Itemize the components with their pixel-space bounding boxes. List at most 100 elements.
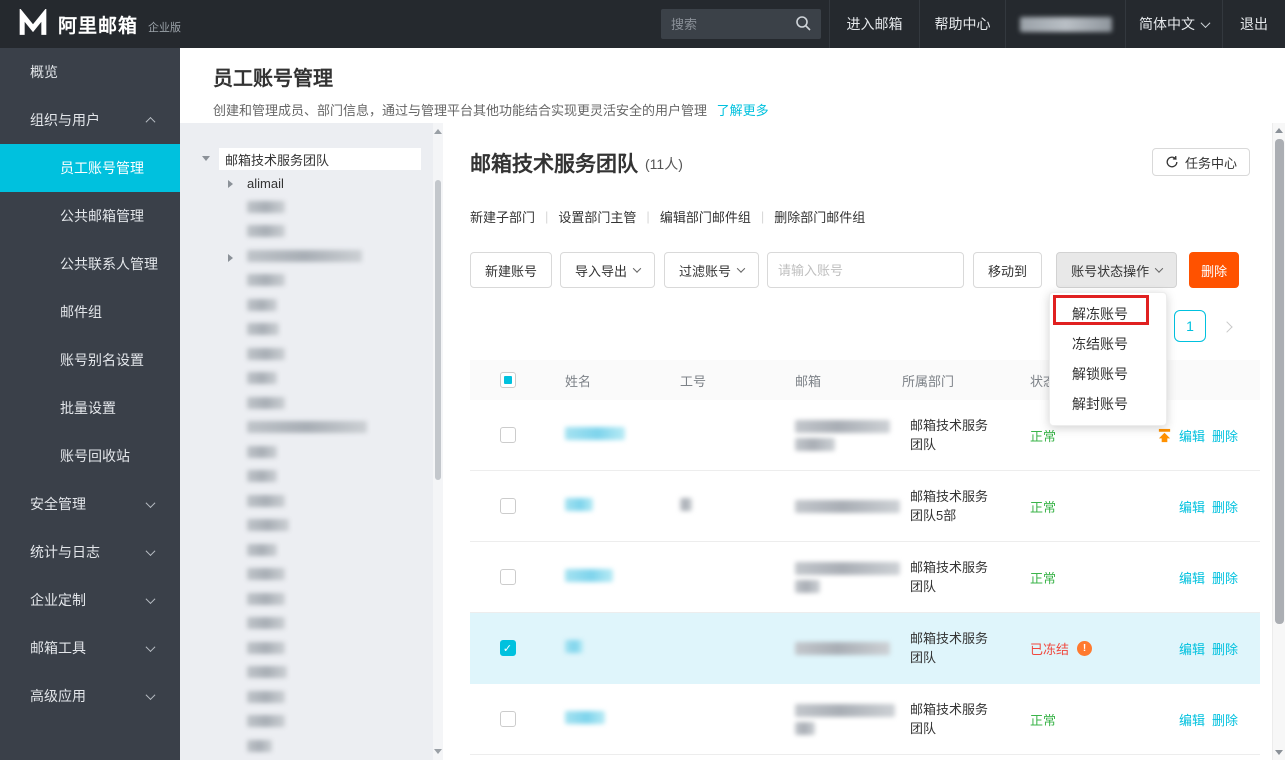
sidebar-label: 公共联系人管理 — [60, 254, 158, 274]
sidebar-label: 组织与用户 — [30, 110, 100, 130]
main-scrollbar-thumb[interactable] — [1275, 139, 1284, 624]
edit-link[interactable]: 编辑 — [1179, 497, 1205, 516]
sidebar-group-enterprise-custom[interactable]: 企业定制 — [0, 576, 180, 624]
tree-node-root[interactable]: 邮箱技术服务团队 — [219, 148, 421, 170]
tree-node-redacted[interactable] — [247, 519, 289, 534]
tree-node-redacted[interactable] — [247, 421, 367, 436]
tree-expander-collapse-icon[interactable] — [202, 156, 210, 161]
tree-node-redacted[interactable] — [247, 348, 285, 363]
account-search-input[interactable] — [768, 263, 964, 278]
tree-node-redacted[interactable] — [247, 372, 277, 387]
menu-item-unlock-account[interactable]: 解锁账号 — [1050, 359, 1166, 389]
sidebar-group-org-users[interactable]: 组织与用户 — [0, 96, 180, 144]
tree-expander-expand-icon[interactable] — [228, 254, 233, 262]
menu-item-unban-account[interactable]: 解封账号 — [1050, 389, 1166, 419]
tree-node-redacted[interactable] — [247, 568, 285, 583]
new-account-button[interactable]: 新建账号 — [470, 252, 552, 288]
tree-node-redacted[interactable] — [247, 274, 285, 289]
tree-node-redacted[interactable] — [247, 495, 285, 510]
import-export-button[interactable]: 导入导出 — [560, 252, 655, 288]
name-redacted[interactable] — [565, 569, 613, 582]
tree-scrollbar[interactable] — [433, 123, 443, 760]
sidebar-group-security[interactable]: 安全管理 — [0, 480, 180, 528]
tree-node-redacted[interactable] — [247, 544, 277, 559]
row-checkbox[interactable] — [500, 569, 516, 585]
name-redacted[interactable] — [565, 640, 583, 653]
row-checkbox[interactable] — [500, 711, 516, 727]
logout-button[interactable]: 退出 — [1222, 0, 1285, 48]
scroll-up-icon[interactable] — [434, 129, 442, 134]
account-status-ops-button[interactable]: 账号状态操作 — [1056, 252, 1177, 288]
menu-item-unfreeze-account[interactable]: 解冻账号 — [1050, 299, 1166, 329]
select-all-checkbox[interactable] — [500, 372, 516, 388]
tree-scrollbar-thumb[interactable] — [435, 180, 441, 480]
tree-node-redacted[interactable] — [247, 617, 285, 632]
main-scrollbar[interactable] — [1272, 123, 1285, 760]
sidebar-group-mail-tools[interactable]: 邮箱工具 — [0, 624, 180, 672]
tree-node-redacted[interactable] — [247, 691, 285, 706]
row-checkbox-checked[interactable] — [500, 640, 516, 656]
tree-node-alimail[interactable]: alimail — [247, 176, 284, 191]
edit-dept-maillist-link[interactable]: 编辑部门邮件组 — [660, 207, 751, 226]
tree-node-redacted[interactable] — [247, 201, 285, 216]
sidebar-group-stats-logs[interactable]: 统计与日志 — [0, 528, 180, 576]
edit-link[interactable]: 编辑 — [1179, 639, 1205, 658]
scroll-up-icon[interactable] — [1275, 128, 1283, 133]
tree-node-redacted[interactable] — [247, 740, 272, 755]
tree-node-redacted[interactable] — [247, 323, 279, 338]
page-number-current[interactable]: 1 — [1174, 310, 1206, 342]
scroll-down-icon[interactable] — [1275, 750, 1283, 755]
tree-node-redacted[interactable] — [247, 593, 285, 608]
tree-node-redacted[interactable] — [247, 225, 285, 240]
email-redacted — [795, 420, 890, 433]
sidebar-item-alias-settings[interactable]: 账号别名设置 — [0, 336, 180, 384]
create-subdept-link[interactable]: 新建子部门 — [470, 207, 535, 226]
row-checkbox[interactable] — [500, 498, 516, 514]
tree-node-redacted[interactable] — [247, 642, 285, 657]
edit-link[interactable]: 编辑 — [1179, 568, 1205, 587]
delete-dept-maillist-link[interactable]: 删除部门邮件组 — [774, 207, 865, 226]
tree-expander-expand-icon[interactable] — [228, 180, 233, 188]
menu-item-freeze-account[interactable]: 冻结账号 — [1050, 329, 1166, 359]
delete-link[interactable]: 删除 — [1212, 639, 1238, 658]
tree-node-redacted[interactable] — [247, 666, 287, 681]
name-redacted[interactable] — [565, 427, 625, 440]
next-page-button[interactable] — [1223, 318, 1231, 335]
sidebar-item-employee-accounts[interactable]: 员工账号管理 — [0, 144, 180, 192]
delete-accounts-button[interactable]: 删除 — [1189, 252, 1239, 288]
delete-link[interactable]: 删除 — [1212, 710, 1238, 729]
sidebar-item-overview[interactable]: 概览 — [0, 48, 180, 96]
sidebar-item-public-contacts[interactable]: 公共联系人管理 — [0, 240, 180, 288]
email-redacted — [795, 642, 890, 655]
enter-mailbox-link[interactable]: 进入邮箱 — [829, 0, 919, 48]
sidebar-item-mail-groups[interactable]: 邮件组 — [0, 288, 180, 336]
tree-node-redacted[interactable] — [247, 250, 362, 265]
help-center-link[interactable]: 帮助中心 — [919, 0, 1005, 48]
tree-node-redacted[interactable] — [247, 446, 277, 461]
scroll-down-icon[interactable] — [434, 749, 442, 754]
move-to-button[interactable]: 移动到 — [973, 252, 1042, 288]
learn-more-link[interactable]: 了解更多 — [717, 103, 769, 118]
delete-link[interactable]: 删除 — [1212, 497, 1238, 516]
tree-node-redacted[interactable] — [247, 299, 277, 314]
tree-node-redacted[interactable] — [247, 397, 285, 412]
sidebar-group-advanced-apps[interactable]: 高级应用 — [0, 672, 180, 720]
delete-link[interactable]: 删除 — [1212, 426, 1238, 445]
tree-node-redacted[interactable] — [247, 470, 277, 485]
account-menu[interactable] — [1005, 0, 1125, 48]
filter-accounts-button[interactable]: 过滤账号 — [664, 252, 759, 288]
sidebar-item-account-recycle[interactable]: 账号回收站 — [0, 432, 180, 480]
sidebar-item-public-mailbox[interactable]: 公共邮箱管理 — [0, 192, 180, 240]
edit-link[interactable]: 编辑 — [1179, 710, 1205, 729]
name-redacted[interactable] — [565, 711, 605, 724]
task-center-button[interactable]: 任务中心 — [1152, 148, 1250, 176]
row-checkbox[interactable] — [500, 427, 516, 443]
language-selector[interactable]: 简体中文 — [1125, 0, 1222, 48]
sidebar-item-batch-settings[interactable]: 批量设置 — [0, 384, 180, 432]
name-redacted[interactable] — [565, 498, 593, 511]
delete-link[interactable]: 删除 — [1212, 568, 1238, 587]
tree-node-redacted[interactable] — [247, 715, 285, 730]
set-dept-manager-link[interactable]: 设置部门主管 — [558, 207, 636, 226]
edit-link[interactable]: 编辑 — [1179, 426, 1205, 445]
search-icon[interactable] — [795, 15, 812, 32]
